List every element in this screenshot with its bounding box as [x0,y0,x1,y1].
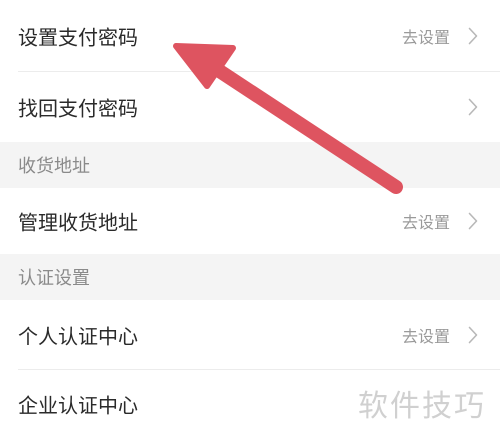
set-payment-password-label: 设置支付密码 [18,25,138,50]
manage-shipping-address-status: 去设置 [401,213,450,232]
section-title-verification-settings: 认证设置 [18,268,90,289]
enterprise-verification-label: 企业认证中心 [18,393,138,417]
personal-verification-row[interactable]: 个人认证中心 去设置 [0,300,500,370]
personal-verification-right: 去设置 [402,323,478,347]
personal-verification-label: 个人认证中心 [18,324,138,349]
set-payment-password-right: 去设置 [402,24,478,48]
set-payment-password-row[interactable]: 设置支付密码 去设置 [0,0,500,72]
set-payment-password-status: 去设置 [401,28,450,47]
manage-shipping-address-label: 管理收货地址 [18,210,138,235]
recover-payment-password-label: 找回支付密码 [18,96,138,121]
chevron-right-icon [468,212,478,230]
watermark-text: 软件技巧 [358,389,486,424]
personal-verification-status: 去设置 [401,327,450,346]
recover-payment-password-right [468,98,478,116]
section-shipping-address: 收货地址 [0,142,500,188]
manage-shipping-address-right: 去设置 [402,209,478,233]
section-title-shipping-address: 收货地址 [18,156,90,177]
chevron-right-icon [468,326,478,344]
chevron-right-icon [468,27,478,45]
section-verification-settings: 认证设置 [0,254,500,300]
recover-payment-password-row[interactable]: 找回支付密码 [0,72,500,142]
manage-shipping-address-row[interactable]: 管理收货地址 去设置 [0,188,500,254]
chevron-right-icon [468,98,478,116]
